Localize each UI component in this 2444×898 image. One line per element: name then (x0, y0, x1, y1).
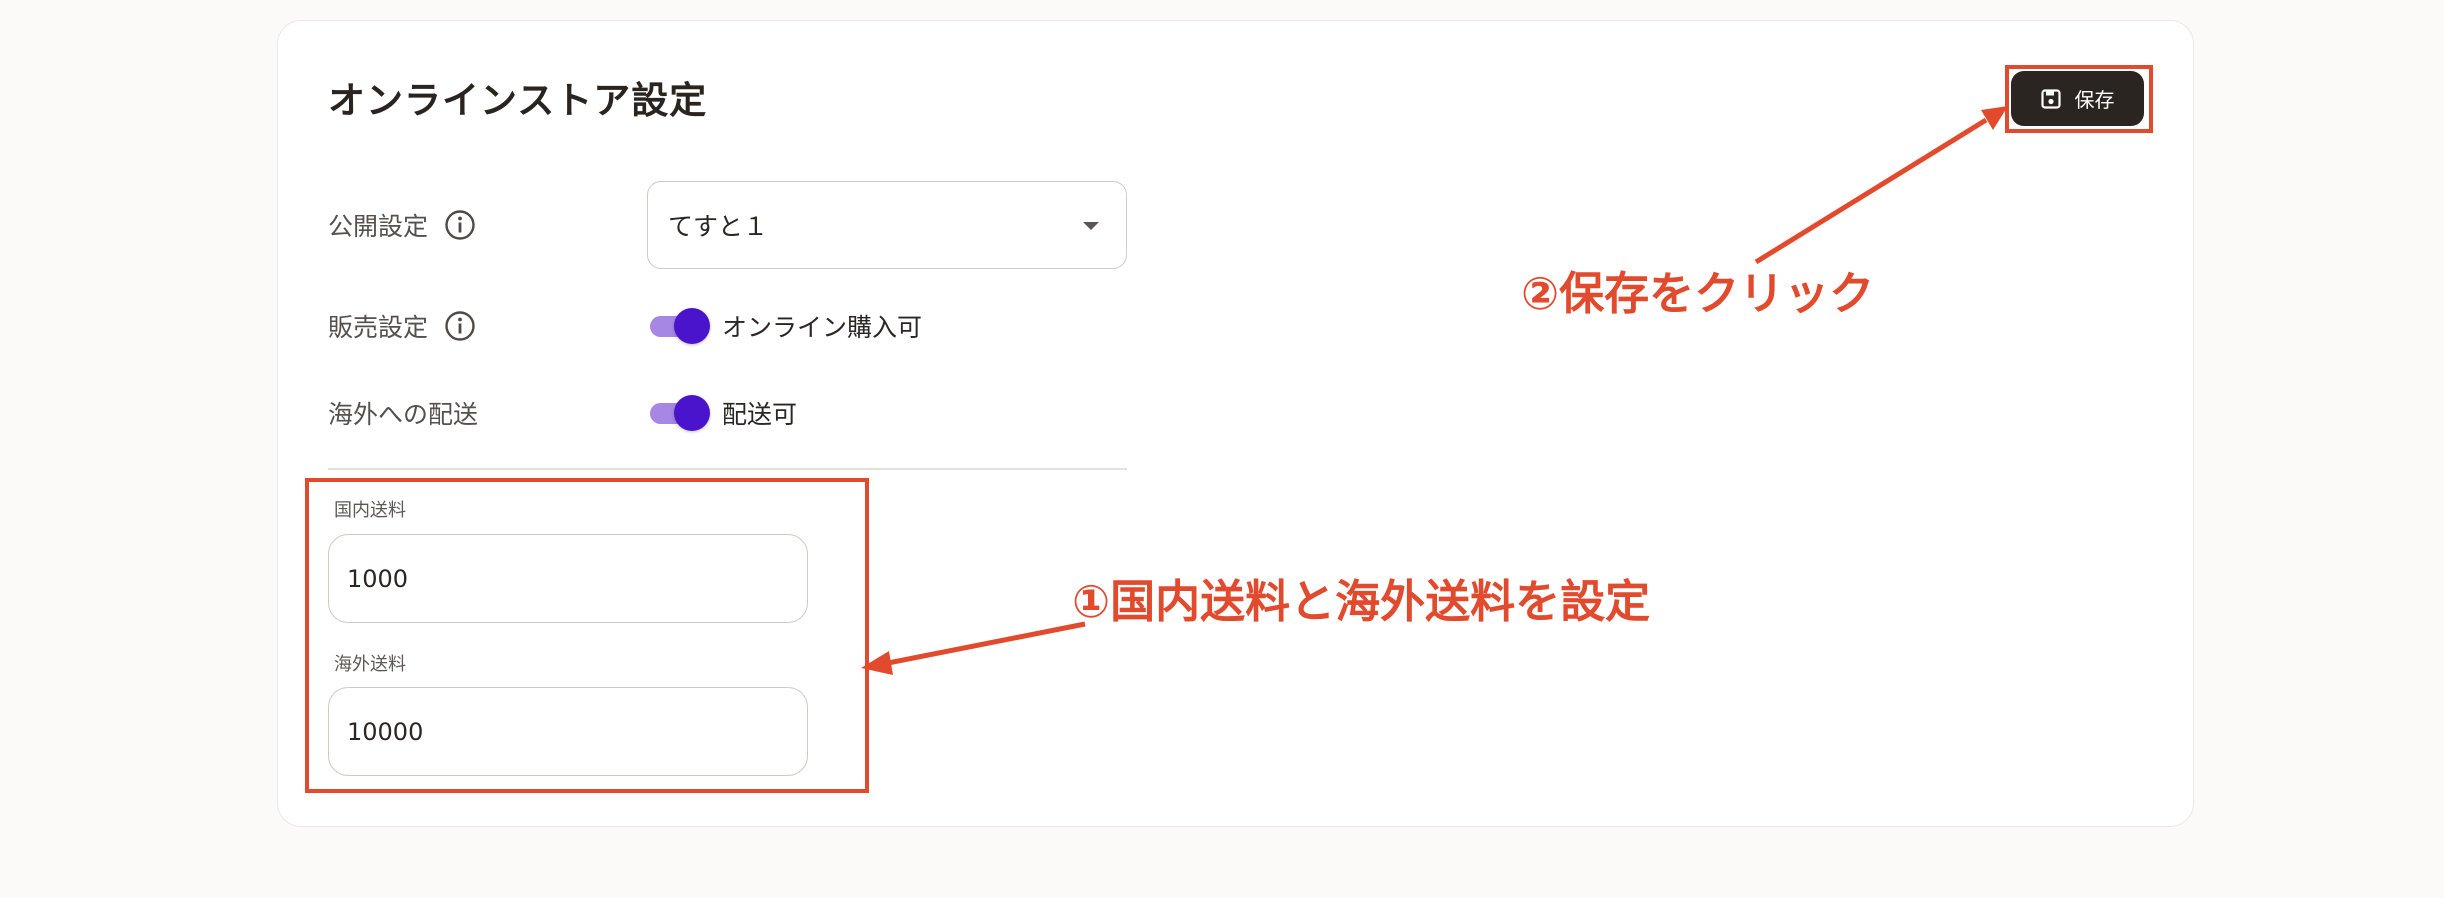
overseas-shipping-toggle[interactable] (650, 395, 710, 431)
shipping-fee-highlight-box (305, 478, 869, 793)
overseas-shipping-label: 海外への配送 (328, 400, 479, 429)
sales-setting-row: 販売設定 (328, 306, 476, 346)
info-icon[interactable] (444, 310, 476, 342)
sales-toggle-row: オンライン購入可 (650, 306, 922, 346)
toggle-thumb (674, 308, 710, 344)
overseas-shipping-toggle-row: 配送可 (650, 393, 797, 433)
visibility-select-value: てすと１ (668, 212, 769, 241)
overseas-shipping-toggle-label: 配送可 (722, 400, 798, 429)
visibility-setting-label: 公開設定 (328, 212, 429, 241)
online-purchase-toggle-label: オンライン購入可 (722, 313, 923, 342)
info-icon[interactable] (444, 209, 476, 241)
online-purchase-toggle[interactable] (650, 308, 710, 344)
sales-setting-label: 販売設定 (328, 313, 429, 342)
overseas-shipping-row: 海外への配送 (328, 393, 478, 433)
save-button-highlight-box (2005, 65, 2153, 133)
toggle-thumb (674, 395, 710, 431)
step2-annotation: ②保存をクリック (1521, 267, 1875, 320)
chevron-down-icon (1083, 222, 1099, 230)
section-divider (328, 468, 1127, 470)
step1-annotation: ①国内送料と海外送料を設定 (1072, 575, 1651, 628)
visibility-select[interactable]: てすと１ (647, 181, 1127, 269)
visibility-setting-row: 公開設定 (328, 205, 476, 245)
page-title: オンラインストア設定 (328, 79, 708, 122)
